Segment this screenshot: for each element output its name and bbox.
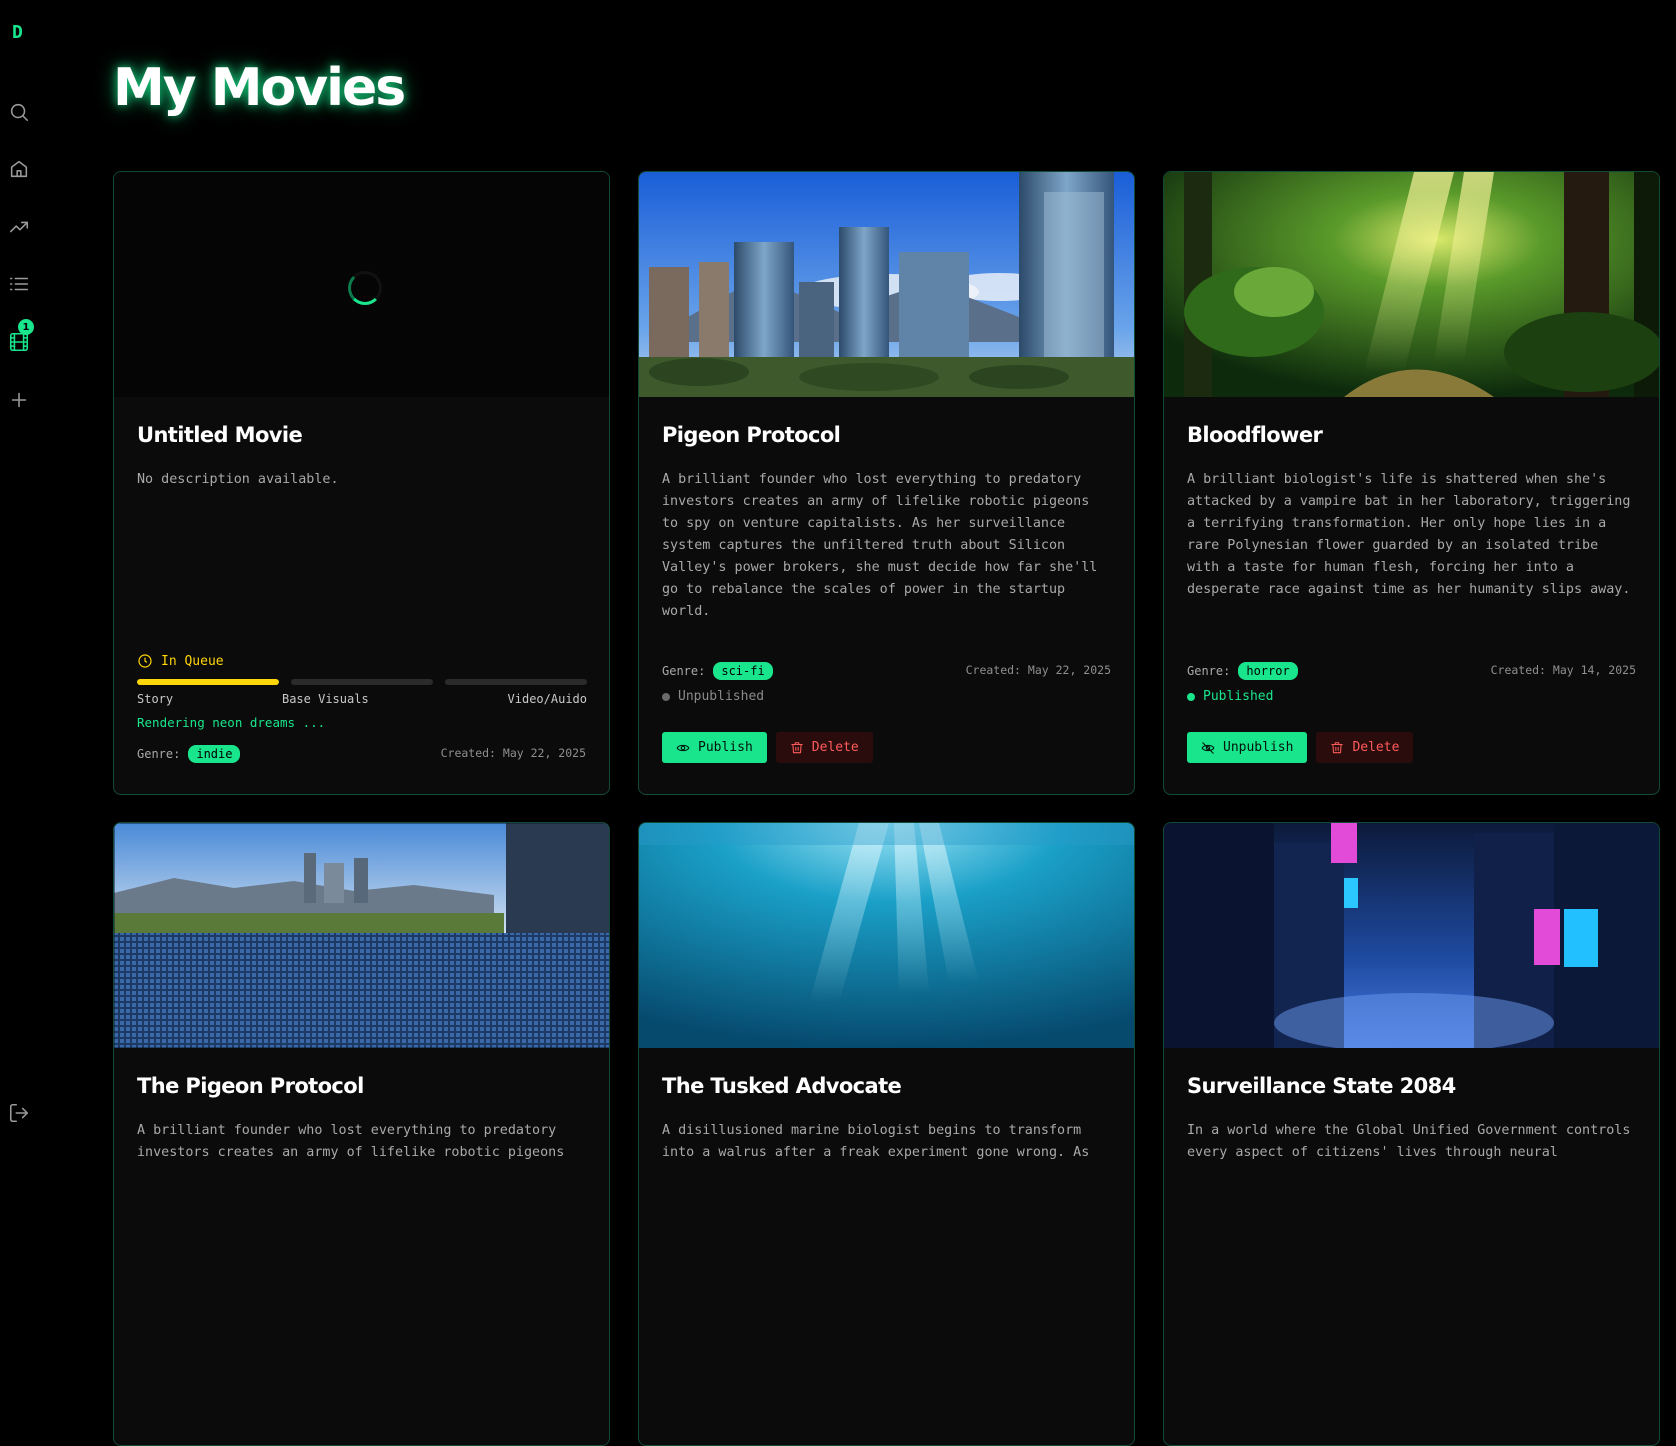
eye-icon [676, 744, 690, 751]
created-date: Created: May 22, 2025 [440, 746, 586, 760]
movie-title: Bloodflower [1187, 423, 1323, 447]
movie-meta: Genre: indie Created: May 22, 2025 [137, 743, 586, 763]
movie-thumbnail [639, 823, 1134, 1048]
movie-description: A brilliant founder who lost everything … [662, 472, 1098, 619]
movie-thumbnail [1164, 823, 1659, 1048]
movie-meta: Genre: horror Created: May 14, 2025 [1187, 660, 1636, 680]
progress-segment-story [137, 679, 279, 685]
progress-segment-base-visuals [291, 679, 433, 685]
trash-icon [1331, 741, 1344, 753]
progress-steps: Story Base Visuals Video/Auido [137, 692, 587, 706]
logout-button[interactable] [8, 1102, 30, 1124]
sidebar-item-search[interactable] [8, 101, 30, 123]
publish-status: Unpublished [662, 689, 764, 704]
delete-button-label: Delete [1352, 740, 1400, 755]
movie-card[interactable]: Untitled Movie No description available.… [113, 171, 610, 795]
created-date: Created: May 14, 2025 [1490, 663, 1636, 677]
movie-card[interactable]: Bloodflower A brilliant biologist's life… [1163, 171, 1660, 795]
status-dot-icon [662, 692, 670, 701]
genre-label: Genre: [1187, 664, 1231, 678]
genre-badge: horror [1238, 662, 1298, 680]
render-progress [137, 679, 587, 685]
progress-segment-video-audio [445, 679, 587, 685]
step-label: Base Visuals [281, 692, 369, 706]
movie-thumbnail [639, 172, 1134, 397]
movie-title: The Pigeon Protocol [137, 1074, 364, 1098]
movie-description: In a world where the Global Unified Gove… [1187, 1123, 1631, 1160]
movie-title: Pigeon Protocol [662, 423, 841, 447]
sidebar-item-movies[interactable]: 1 [8, 319, 34, 353]
movie-thumbnail-loading [114, 172, 609, 397]
status-dot-icon [1187, 692, 1195, 701]
step-label: Story [137, 692, 174, 706]
movie-description: A brilliant biologist's life is shattere… [1187, 472, 1631, 597]
movie-description: A disillusioned marine biologist begins … [662, 1123, 1090, 1160]
movie-title: Surveillance State 2084 [1187, 1074, 1456, 1098]
eye-off-icon [1201, 741, 1215, 754]
movie-card[interactable]: The Pigeon Protocol A brilliant founder … [113, 822, 610, 1446]
step-label: Video/Auido [507, 692, 587, 706]
list-icon [9, 277, 29, 291]
unpublish-button-label: Unpublish [1223, 740, 1294, 755]
page-title: My Movies [113, 58, 406, 118]
sidebar-item-home[interactable] [8, 158, 30, 180]
movie-card[interactable]: Surveillance State 2084 In a world where… [1163, 822, 1660, 1446]
card-actions: Publish Delete [662, 732, 873, 763]
movie-grid: Untitled Movie No description available.… [113, 171, 1660, 1446]
queue-status: In Queue [137, 653, 224, 669]
plus-icon [11, 392, 27, 408]
trash-icon [791, 741, 803, 753]
unpublish-button[interactable]: Unpublish [1187, 732, 1308, 763]
sidebar-item-trending[interactable] [8, 216, 30, 238]
queue-status-label: In Queue [161, 653, 224, 669]
publish-button-label: Publish [698, 740, 753, 755]
queue-badge: 1 [18, 319, 34, 335]
movie-thumbnail [114, 823, 609, 1048]
sidebar: D 1 [0, 0, 38, 1155]
home-icon [10, 160, 28, 178]
genre-label: Genre: [137, 747, 181, 761]
movie-title: Untitled Movie [137, 423, 303, 447]
delete-button[interactable]: Delete [775, 732, 873, 763]
publish-button[interactable]: Publish [662, 732, 767, 763]
render-message: Rendering neon dreams ... [137, 715, 326, 730]
movie-thumbnail [1164, 172, 1659, 397]
publish-status: Published [1187, 689, 1273, 704]
trending-icon [9, 221, 29, 233]
delete-button-label: Delete [811, 740, 859, 755]
movie-meta: Genre: sci-fi Created: May 22, 2025 [662, 660, 1111, 680]
movie-card[interactable]: The Tusked Advocate A disillusioned mari… [638, 822, 1135, 1446]
movie-description: A brilliant founder who lost everything … [137, 1123, 565, 1160]
logout-icon [9, 1103, 29, 1123]
publish-status-label: Unpublished [678, 689, 765, 704]
movie-card[interactable]: Pigeon Protocol A brilliant founder who … [638, 171, 1135, 795]
genre-badge: indie [188, 745, 241, 763]
delete-button[interactable]: Delete [1316, 732, 1414, 763]
created-date: Created: May 22, 2025 [965, 663, 1111, 677]
clock-icon [138, 654, 152, 668]
movie-description: No description available. [137, 472, 339, 487]
genre-label: Genre: [662, 664, 706, 678]
sidebar-item-create[interactable] [8, 389, 30, 411]
loading-spinner-icon [347, 270, 382, 305]
movie-title: The Tusked Advocate [662, 1074, 902, 1098]
publish-status-label: Published [1203, 689, 1274, 704]
card-actions: Unpublish Delete [1187, 732, 1414, 763]
search-icon [10, 103, 29, 122]
app-logo[interactable]: D [12, 22, 23, 43]
genre-badge: sci-fi [713, 662, 773, 680]
sidebar-item-list[interactable] [8, 273, 30, 295]
